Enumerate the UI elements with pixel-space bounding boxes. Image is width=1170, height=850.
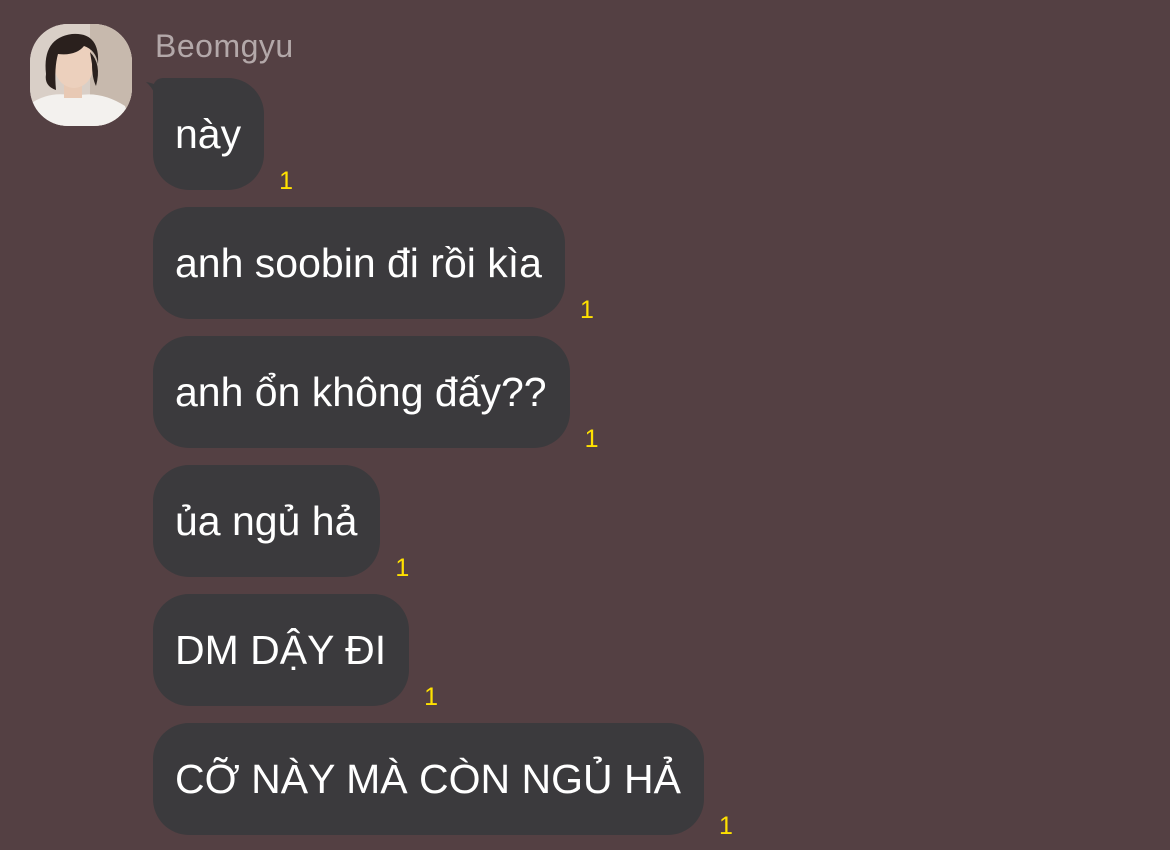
message-row: anh soobin đi rồi kìa 1 [153,207,594,324]
message-row: DM DẬY ĐI 1 [153,594,438,711]
chat-view: Beomgyu này 1 anh soobin đi rồi kìa 1 an… [0,0,1170,850]
avatar-photo-icon [30,24,132,126]
message-bubble[interactable]: anh soobin đi rồi kìa [153,207,565,319]
unread-count: 1 [279,167,294,195]
unread-count: 1 [584,425,599,453]
message-bubble[interactable]: ủa ngủ hả [153,465,381,577]
message-row: ủa ngủ hả 1 [153,465,409,582]
message-row: CỠ NÀY MÀ CÒN NGỦ HẢ 1 [153,723,733,840]
sender-avatar[interactable] [30,24,132,126]
message-bubble[interactable]: DM DẬY ĐI [153,594,410,706]
message-bubble[interactable]: anh ổn không đấy?? [153,336,570,448]
unread-count: 1 [718,812,733,840]
unread-count: 1 [579,296,594,324]
message-row: anh ổn không đấy?? 1 [153,336,599,453]
message-bubble[interactable]: CỠ NÀY MÀ CÒN NGỦ HẢ [153,723,704,835]
message-bubble[interactable]: này [153,78,265,190]
unread-count: 1 [424,683,439,711]
sender-name: Beomgyu [155,28,294,64]
message-row: này 1 [153,78,293,195]
unread-count: 1 [395,554,410,582]
